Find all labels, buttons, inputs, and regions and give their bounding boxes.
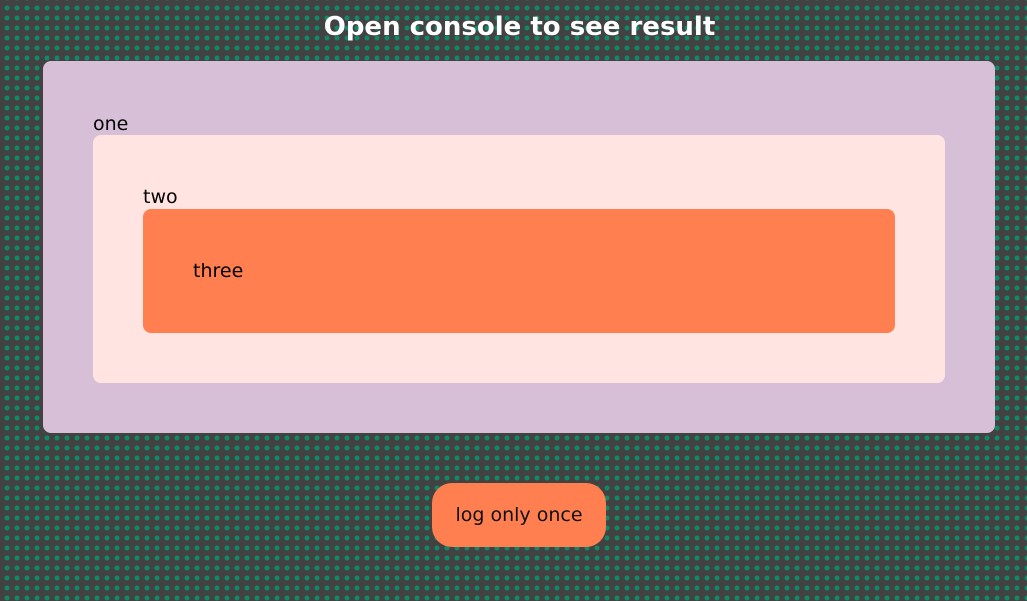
box-two[interactable]: two three <box>93 135 945 383</box>
box-three[interactable]: three <box>143 209 895 333</box>
log-only-once-button[interactable]: log only once <box>432 483 606 547</box>
box-two-label: two <box>143 186 178 208</box>
box-one-label: one <box>93 113 129 135</box>
box-one[interactable]: one two three <box>43 61 995 433</box>
box-three-label: three <box>193 260 244 282</box>
page-title: Open console to see result <box>323 12 716 42</box>
